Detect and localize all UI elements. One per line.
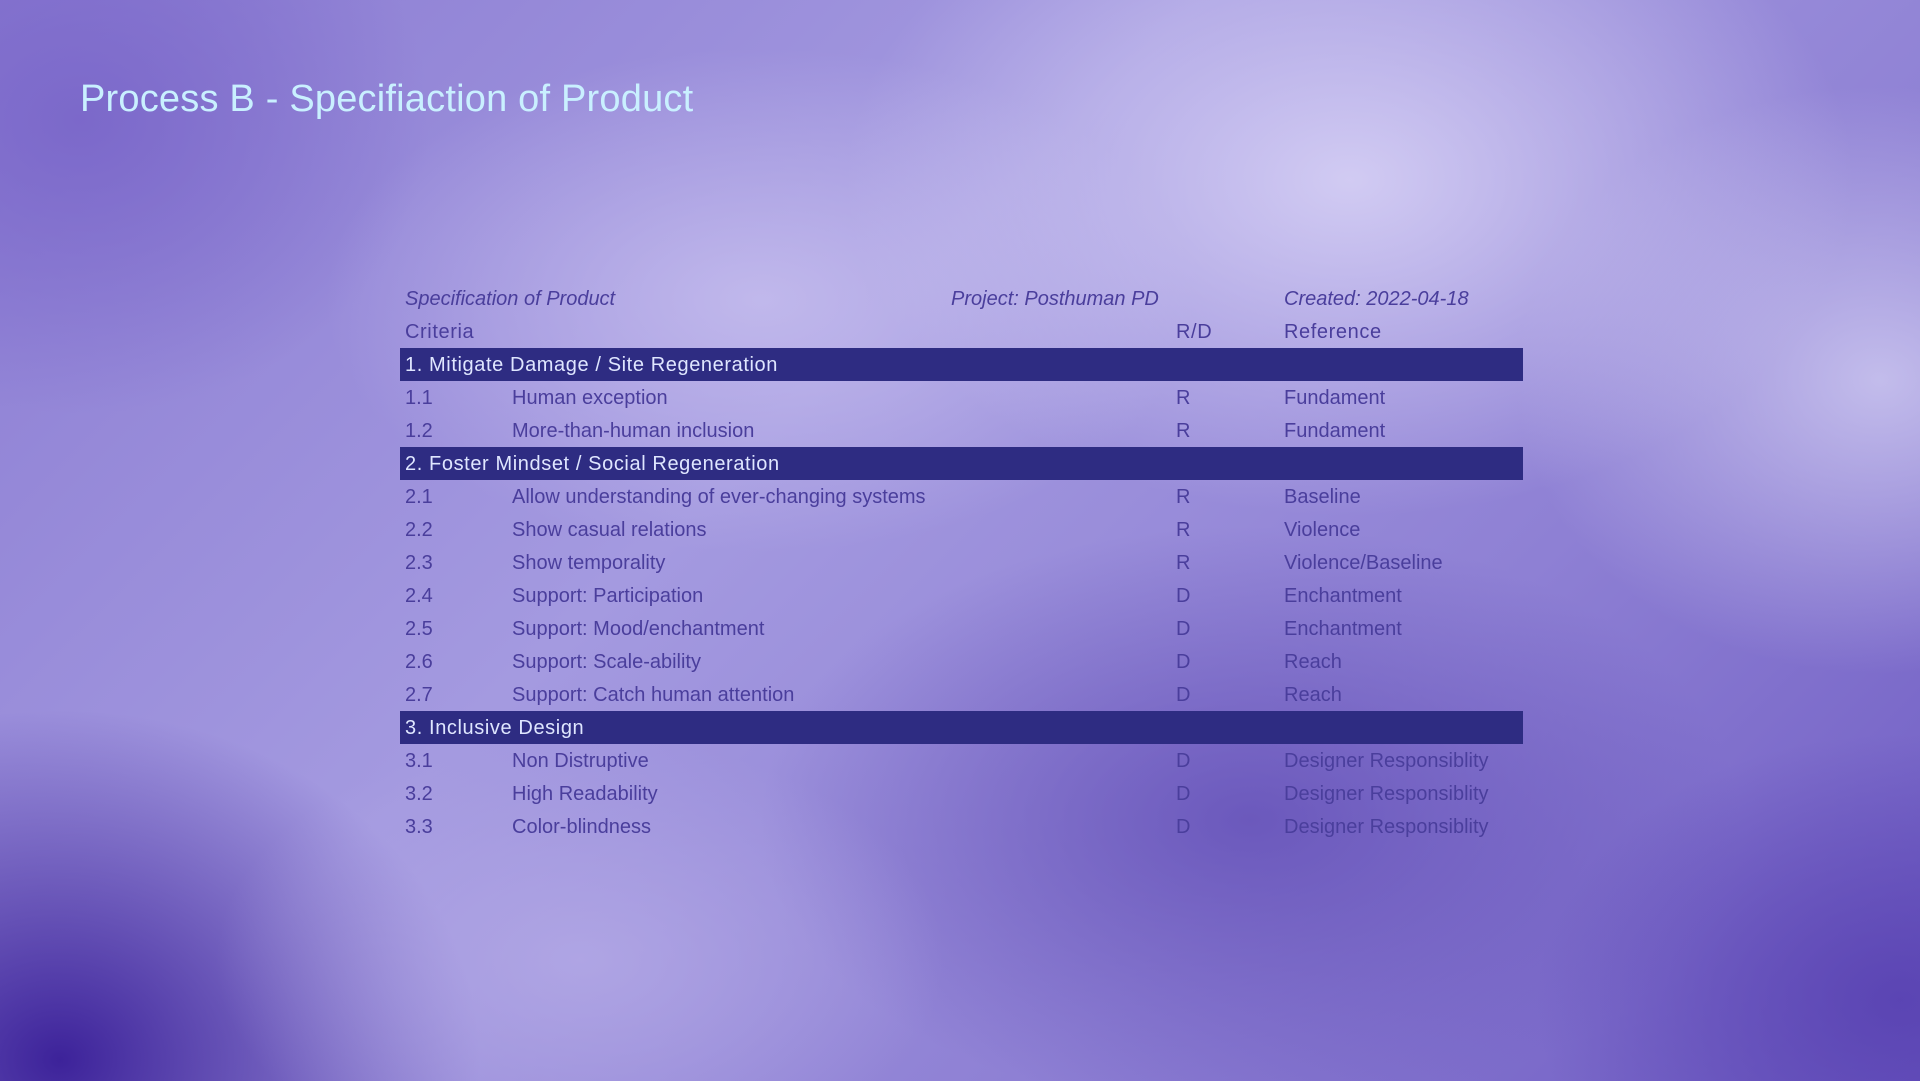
rd-value: R — [1176, 485, 1191, 508]
table-row: 3.1 Non Distruptive D Designer Responsib… — [400, 744, 1523, 777]
criteria-number: 1.2 — [405, 419, 433, 442]
section-header: 3. Inclusive Design — [400, 711, 1523, 744]
criteria-text: Human exception — [512, 386, 668, 409]
criteria-number: 2.1 — [405, 485, 433, 508]
criteria-text: Show temporality — [512, 551, 666, 574]
rd-value: D — [1176, 584, 1191, 607]
table-row: 2.7 Support: Catch human attention D Rea… — [400, 678, 1523, 711]
reference-value: Designer Responsiblity — [1284, 749, 1489, 772]
rd-value: D — [1176, 683, 1191, 706]
table-row: 2.2 Show casual relations R Violence — [400, 513, 1523, 546]
table-header-row: Criteria R/D Reference — [400, 315, 1523, 348]
criteria-number: 2.2 — [405, 518, 433, 541]
criteria-text: Show casual relations — [512, 518, 707, 541]
rd-value: D — [1176, 650, 1191, 673]
spec-name: Specification of Product — [405, 287, 616, 310]
rd-value: D — [1176, 815, 1191, 838]
section-header: 1. Mitigate Damage / Site Regeneration — [400, 348, 1523, 381]
reference-value: Reach — [1284, 650, 1342, 673]
rd-value: D — [1176, 617, 1191, 640]
slide-title: Process B - Specifiaction of Product — [80, 78, 694, 120]
header-criteria: Criteria — [405, 320, 475, 343]
table-row: 2.6 Support: Scale-ability D Reach — [400, 645, 1523, 678]
reference-value: Baseline — [1284, 485, 1361, 508]
criteria-number: 2.4 — [405, 584, 433, 607]
criteria-text: Support: Catch human attention — [512, 683, 795, 706]
header-reference: Reference — [1284, 320, 1382, 343]
table-row: 2.3 Show temporality R Violence/Baseline — [400, 546, 1523, 579]
specification-table: Specification of Product Project: Posthu… — [400, 282, 1523, 843]
reference-value: Fundament — [1284, 419, 1386, 442]
criteria-text: Support: Mood/enchantment — [512, 617, 765, 640]
section-title: 2. Foster Mindset / Social Regeneration — [405, 452, 780, 475]
rd-value: R — [1176, 518, 1191, 541]
table-row: 3.3 Color-blindness D Designer Responsib… — [400, 810, 1523, 843]
rd-value: D — [1176, 749, 1191, 772]
criteria-text: More-than-human inclusion — [512, 419, 755, 442]
section-title: 1. Mitigate Damage / Site Regeneration — [405, 353, 778, 376]
criteria-text: Color-blindness — [512, 815, 651, 838]
criteria-number: 3.3 — [405, 815, 433, 838]
reference-value: Violence/Baseline — [1284, 551, 1443, 574]
reference-value: Designer Responsiblity — [1284, 782, 1489, 805]
criteria-number: 3.1 — [405, 749, 433, 772]
rd-value: R — [1176, 551, 1191, 574]
table-row: 2.4 Support: Participation D Enchantment — [400, 579, 1523, 612]
table-row: 2.5 Support: Mood/enchantment D Enchantm… — [400, 612, 1523, 645]
reference-value: Enchantment — [1284, 617, 1402, 640]
criteria-text: Support: Scale-ability — [512, 650, 701, 673]
criteria-number: 3.2 — [405, 782, 433, 805]
criteria-text: Non Distruptive — [512, 749, 649, 772]
reference-value: Fundament — [1284, 386, 1386, 409]
criteria-number: 2.6 — [405, 650, 433, 673]
reference-value: Designer Responsiblity — [1284, 815, 1489, 838]
criteria-text: High Readability — [512, 782, 658, 805]
criteria-number: 2.3 — [405, 551, 433, 574]
reference-value: Violence — [1284, 518, 1361, 541]
criteria-number: 2.7 — [405, 683, 433, 706]
table-meta-row: Specification of Product Project: Posthu… — [400, 282, 1523, 315]
project-name: Project: Posthuman PD — [951, 287, 1159, 310]
criteria-text: Support: Participation — [512, 584, 704, 607]
criteria-number: 1.1 — [405, 386, 433, 409]
reference-value: Reach — [1284, 683, 1342, 706]
table-row: 3.2 High Readability D Designer Responsi… — [400, 777, 1523, 810]
created-date: Created: 2022-04-18 — [1284, 287, 1469, 310]
criteria-text: Allow understanding of ever-changing sys… — [512, 485, 926, 508]
table-row: 2.1 Allow understanding of ever-changing… — [400, 480, 1523, 513]
rd-value: R — [1176, 386, 1191, 409]
table-row: 1.1 Human exception R Fundament — [400, 381, 1523, 414]
table-row: 1.2 More-than-human inclusion R Fundamen… — [400, 414, 1523, 447]
rd-value: D — [1176, 782, 1191, 805]
criteria-number: 2.5 — [405, 617, 433, 640]
reference-value: Enchantment — [1284, 584, 1402, 607]
rd-value: R — [1176, 419, 1191, 442]
section-header: 2. Foster Mindset / Social Regeneration — [400, 447, 1523, 480]
header-rd: R/D — [1176, 320, 1213, 343]
section-title: 3. Inclusive Design — [405, 716, 585, 739]
